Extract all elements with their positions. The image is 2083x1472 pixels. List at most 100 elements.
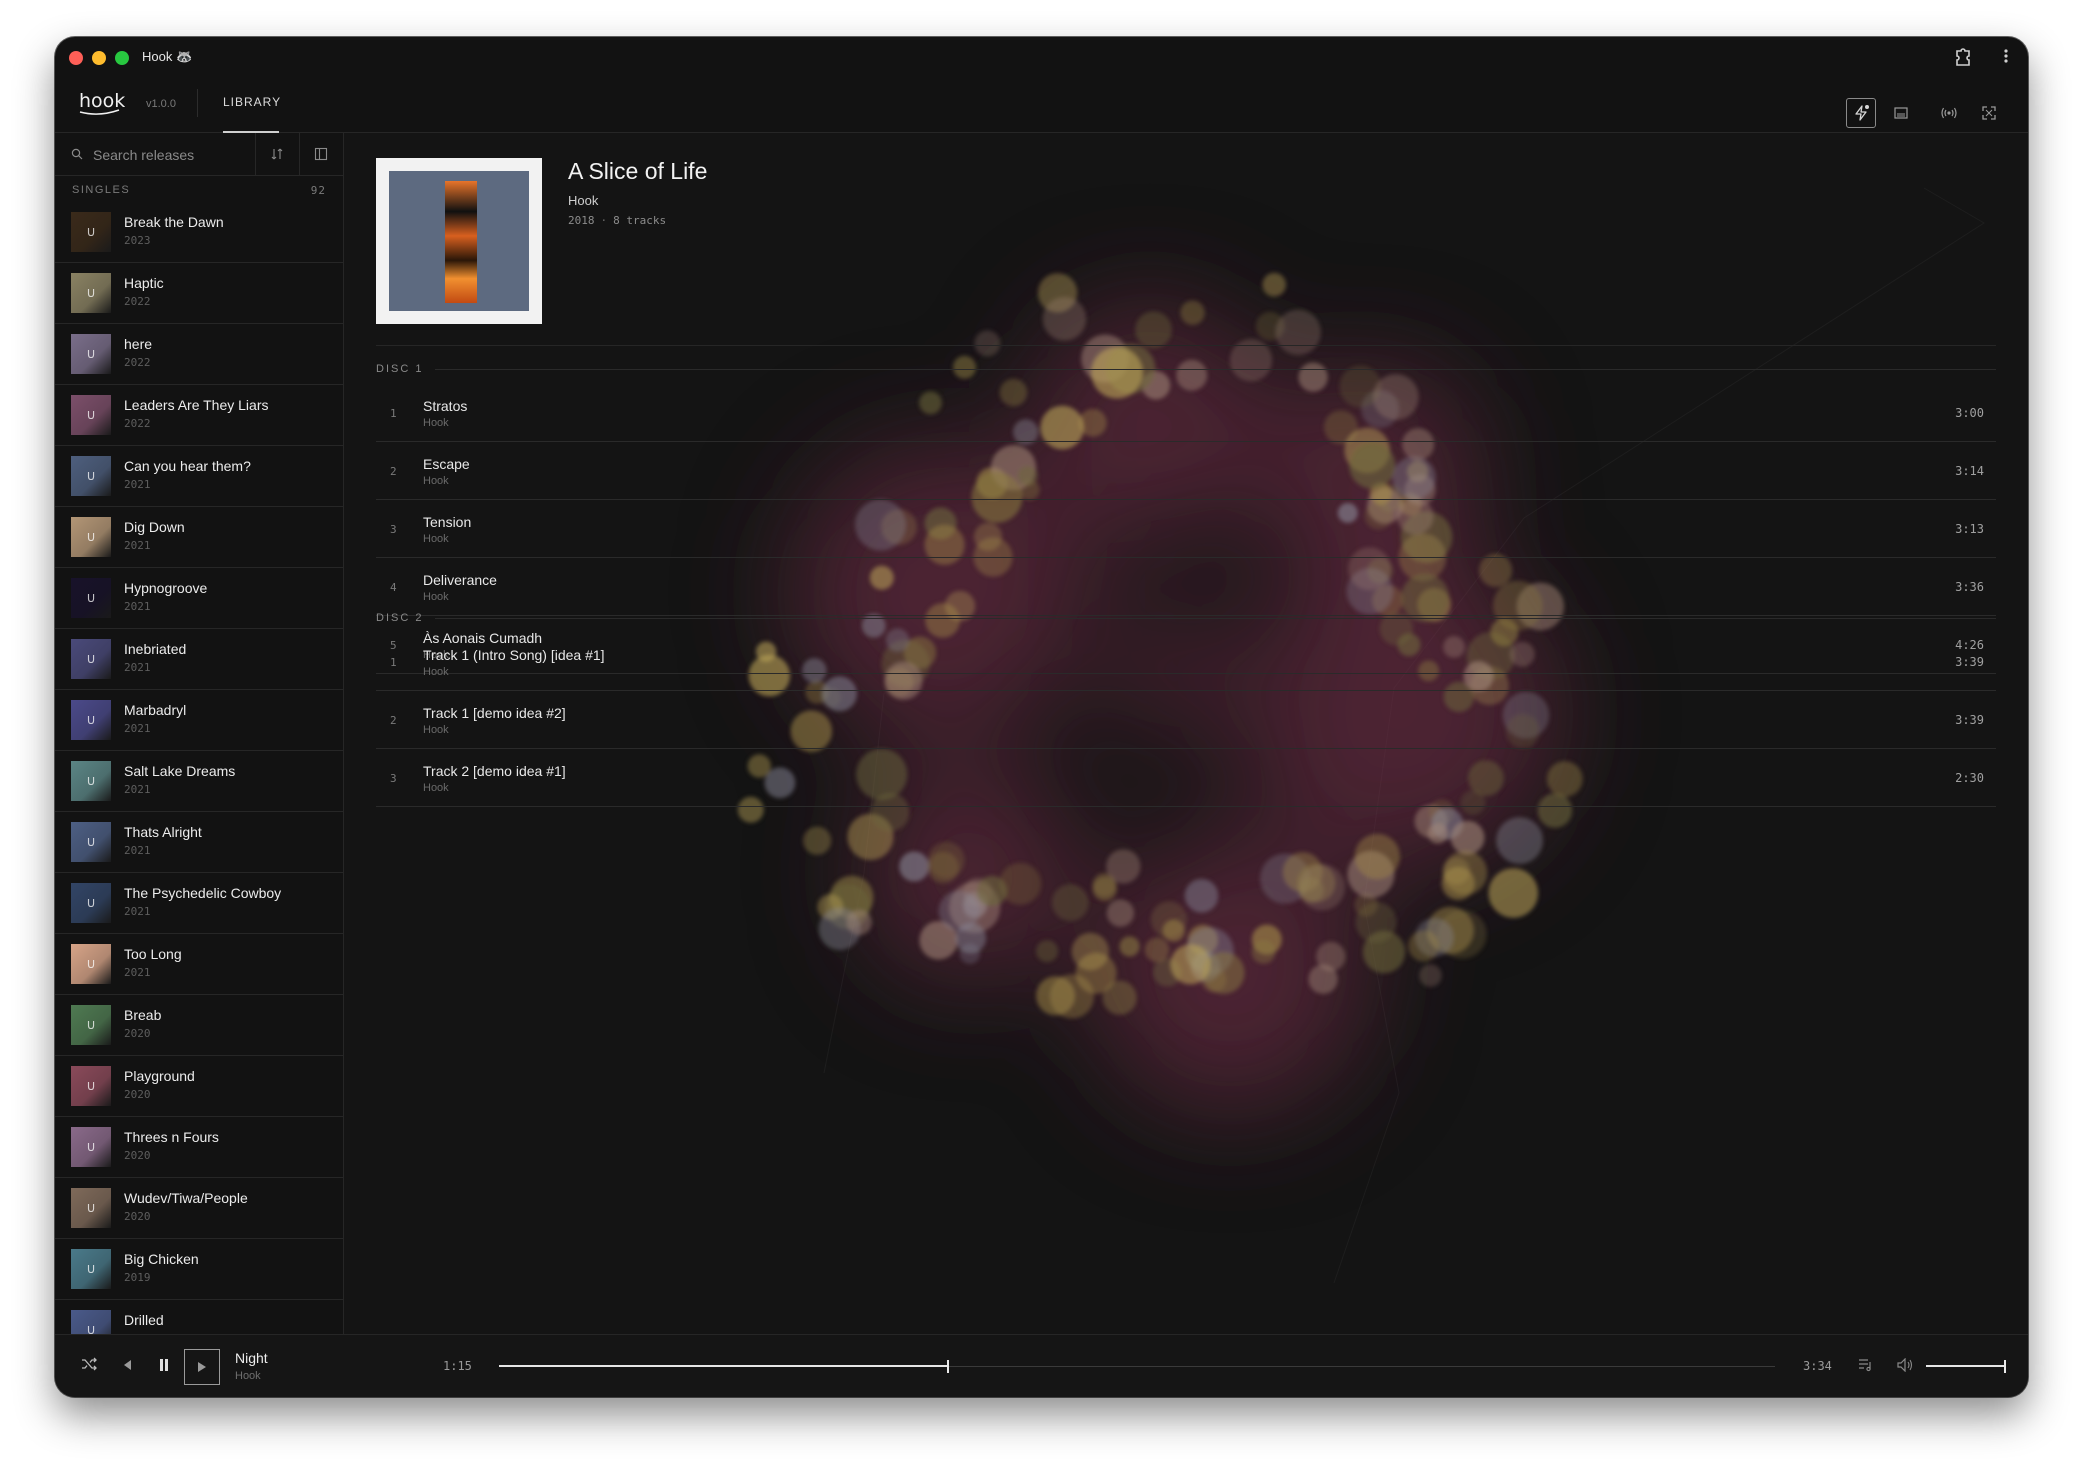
track-row[interactable]: 1 Stratos Hook 3:00 — [376, 384, 1996, 442]
release-item[interactable]: ᑌ here 2022 — [55, 324, 343, 385]
release-title: here — [124, 336, 153, 352]
hook-mark-icon: ᑌ — [86, 1019, 96, 1032]
hook-mark-icon: ᑌ — [86, 958, 96, 971]
release-item[interactable]: ᑌ Too Long 2021 — [55, 934, 343, 995]
release-artwork: ᑌ — [71, 639, 111, 679]
track-title: Escape — [423, 456, 470, 472]
release-item[interactable]: ᑌ Big Chicken 2019 — [55, 1239, 343, 1300]
track-artist: Hook — [423, 782, 449, 794]
release-title: Haptic — [124, 275, 164, 291]
release-title: The Psychedelic Cowboy — [124, 885, 282, 901]
release-title: Inebriated — [124, 641, 187, 657]
release-year: 2021 — [124, 478, 151, 491]
app-window: Hook 🦝 hook v1.0.0 LIBRARY Search releas… — [55, 37, 2028, 1397]
hook-mark-icon: ᑌ — [86, 1202, 96, 1215]
release-item[interactable]: ᑌ Threes n Fours 2020 — [55, 1117, 343, 1178]
release-year: 2021 — [124, 905, 151, 918]
sidebar-layout-button[interactable] — [307, 143, 335, 165]
hook-mark-icon: ᑌ — [86, 409, 96, 422]
broadcast-icon — [1941, 107, 1957, 119]
track-row[interactable]: 3 Tension Hook 3:13 — [376, 500, 1996, 558]
album-artist[interactable]: Hook — [568, 193, 598, 208]
tab-library[interactable]: LIBRARY — [223, 95, 281, 109]
release-item[interactable]: ᑌ Leaders Are They Liars 2022 — [55, 385, 343, 446]
release-title: Threes n Fours — [124, 1129, 219, 1145]
release-year: 2021 — [124, 539, 151, 552]
release-year: 2020 — [124, 1210, 151, 1223]
release-item[interactable]: ᑌ Break the Dawn 2023 — [55, 202, 343, 263]
release-year: 2022 — [124, 417, 151, 430]
shuffle-icon — [82, 1357, 97, 1371]
release-item[interactable]: ᑌ Inebriated 2021 — [55, 629, 343, 690]
close-window-button[interactable] — [69, 51, 83, 65]
track-number: 2 — [390, 714, 397, 727]
search-icon — [71, 148, 83, 160]
release-item[interactable]: ᑌ Salt Lake Dreams 2021 — [55, 751, 343, 812]
release-list: ᑌ Break the Dawn 2023 ᑌ Haptic 2022 ᑌ here 2022 ᑌ… — [55, 202, 343, 1334]
release-item[interactable]: ᑌ The Psychedelic Cowboy 2021 — [55, 873, 343, 934]
divider — [376, 345, 1996, 346]
now-playing-artist[interactable]: Hook — [235, 1370, 261, 1382]
seek-handle[interactable] — [947, 1360, 950, 1373]
album-view: A Slice of Life Hook 2018 · 8 tracks DISC … — [344, 133, 2028, 1334]
shuffle-button[interactable] — [81, 1356, 97, 1372]
volume-slider[interactable] — [1926, 1360, 2006, 1373]
kebab-menu-icon[interactable] — [2002, 45, 2010, 72]
minimize-window-button[interactable] — [92, 51, 106, 65]
disc-section: DISC 2 1 Track 1 (Intro Song) [idea #1] Hoo… — [376, 603, 1996, 807]
seek-bar[interactable] — [499, 1360, 1775, 1373]
release-item[interactable]: ᑌ Haptic 2022 — [55, 263, 343, 324]
release-item[interactable]: ᑌ Can you hear them? 2021 — [55, 446, 343, 507]
extension-icon[interactable] — [1953, 45, 1973, 72]
track-artist: Hook — [423, 533, 449, 545]
zoom-window-button[interactable] — [115, 51, 129, 65]
release-artwork: ᑌ — [71, 1005, 111, 1045]
lightning-icon — [1855, 105, 1869, 121]
release-artwork: ᑌ — [71, 212, 111, 252]
volume-handle[interactable] — [2004, 1360, 2006, 1373]
release-item[interactable]: ᑌ Wudev/Tiwa/People 2020 — [55, 1178, 343, 1239]
hook-mark-icon: ᑌ — [86, 592, 96, 605]
sidebar-layout-icon — [314, 147, 328, 161]
queue-button[interactable] — [1858, 1358, 1874, 1372]
section-count: 92 — [310, 184, 326, 197]
title-bar: Hook 🦝 — [55, 37, 2028, 77]
pause-button[interactable] — [159, 1359, 169, 1371]
release-item[interactable]: ᑌ Dig Down 2021 — [55, 507, 343, 568]
now-playing-title[interactable]: Night — [235, 1350, 268, 1366]
track-row[interactable]: 1 Track 1 (Intro Song) [idea #1] Hook 3:39 — [376, 633, 1996, 691]
elapsed-time: 1:15 — [443, 1359, 472, 1373]
hook-mark-icon: ᑌ — [86, 775, 96, 788]
track-row[interactable]: 3 Track 2 [demo idea #1] Hook 2:30 — [376, 749, 1996, 807]
fullscreen-icon — [1982, 106, 1996, 120]
sort-button[interactable] — [263, 143, 291, 165]
volume-button[interactable] — [1897, 1358, 1913, 1372]
disc-label: DISC 1 — [376, 354, 1996, 384]
release-item[interactable]: ᑌ Breab 2020 — [55, 995, 343, 1056]
visualizer-button[interactable] — [1846, 98, 1876, 128]
release-title: Thats Alright — [124, 824, 202, 840]
release-item[interactable]: ᑌ Thats Alright 2021 — [55, 812, 343, 873]
release-item[interactable]: ᑌ Marbadryl 2021 — [55, 690, 343, 751]
hook-mark-icon: ᑌ — [86, 1324, 96, 1335]
release-artwork: ᑌ — [71, 1127, 111, 1167]
release-title: Marbadryl — [124, 702, 187, 718]
header-divider — [197, 89, 198, 117]
sort-icon — [271, 148, 283, 160]
track-duration: 3:36 — [1955, 580, 1984, 594]
release-item[interactable]: ᑌ Hypnogroove 2021 — [55, 568, 343, 629]
release-item[interactable]: ᑌ Drilled — [55, 1300, 343, 1334]
track-row[interactable]: 2 Track 1 [demo idea #2] Hook 3:39 — [376, 691, 1996, 749]
track-duration: 2:30 — [1955, 771, 1984, 785]
display-mode-button[interactable] — [1886, 98, 1916, 128]
release-item[interactable]: ᑌ Playground 2020 — [55, 1056, 343, 1117]
track-duration: 3:00 — [1955, 406, 1984, 420]
fullscreen-button[interactable] — [1974, 98, 2004, 128]
track-title: Stratos — [423, 398, 468, 414]
broadcast-button[interactable] — [1934, 98, 1964, 128]
pause-icon — [160, 1359, 168, 1371]
previous-button[interactable] — [122, 1359, 132, 1371]
release-year: 2021 — [124, 783, 151, 796]
play-button[interactable] — [184, 1349, 220, 1385]
track-row[interactable]: 2 Escape Hook 3:14 — [376, 442, 1996, 500]
